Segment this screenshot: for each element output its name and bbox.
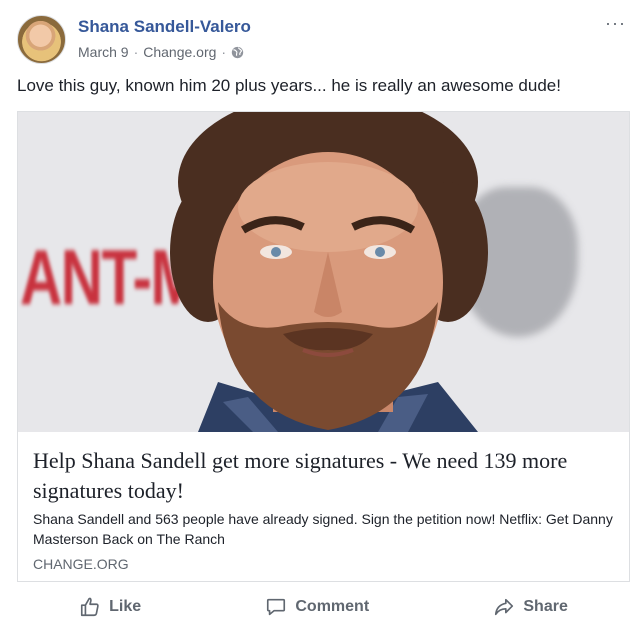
thumbs-up-icon [81,597,99,617]
post-text: Love this guy, known him 20 plus years..… [17,76,561,95]
comment-icon [267,598,286,616]
comment-button[interactable]: Comment [265,596,369,618]
post-actions: Like Comment Share [17,592,630,622]
like-label: Like [109,598,142,615]
link-preview-card[interactable]: ANT-MA Help Shana Sandell get more signa… [17,111,630,582]
avatar[interactable] [17,15,66,64]
share-button[interactable]: Share [493,596,568,618]
card-domain: CHANGE.ORG [33,556,129,572]
share-label: Share [523,598,568,615]
post-meta: March 9 · Change.org · [78,44,244,60]
more-options-icon[interactable]: ··· [605,13,626,33]
share-icon [495,598,514,616]
globe-icon[interactable] [231,46,244,59]
card-description: Shana Sandell and 563 people have alread… [33,511,613,547]
like-button[interactable]: Like [79,596,141,618]
post-header: Shana Sandell-Valero March 9 · Change.or… [17,13,628,64]
post-date[interactable]: March 9 [78,44,129,60]
meta-separator: · [133,44,139,60]
portrait-photo [170,112,488,432]
comment-label: Comment [295,598,370,615]
author-name[interactable]: Shana Sandell-Valero [78,17,251,37]
post-source[interactable]: Change.org [143,44,216,60]
card-image[interactable]: ANT-MA [18,112,629,432]
meta-separator: · [221,44,227,60]
card-title[interactable]: Help Shana Sandell get more signatures -… [33,446,613,506]
